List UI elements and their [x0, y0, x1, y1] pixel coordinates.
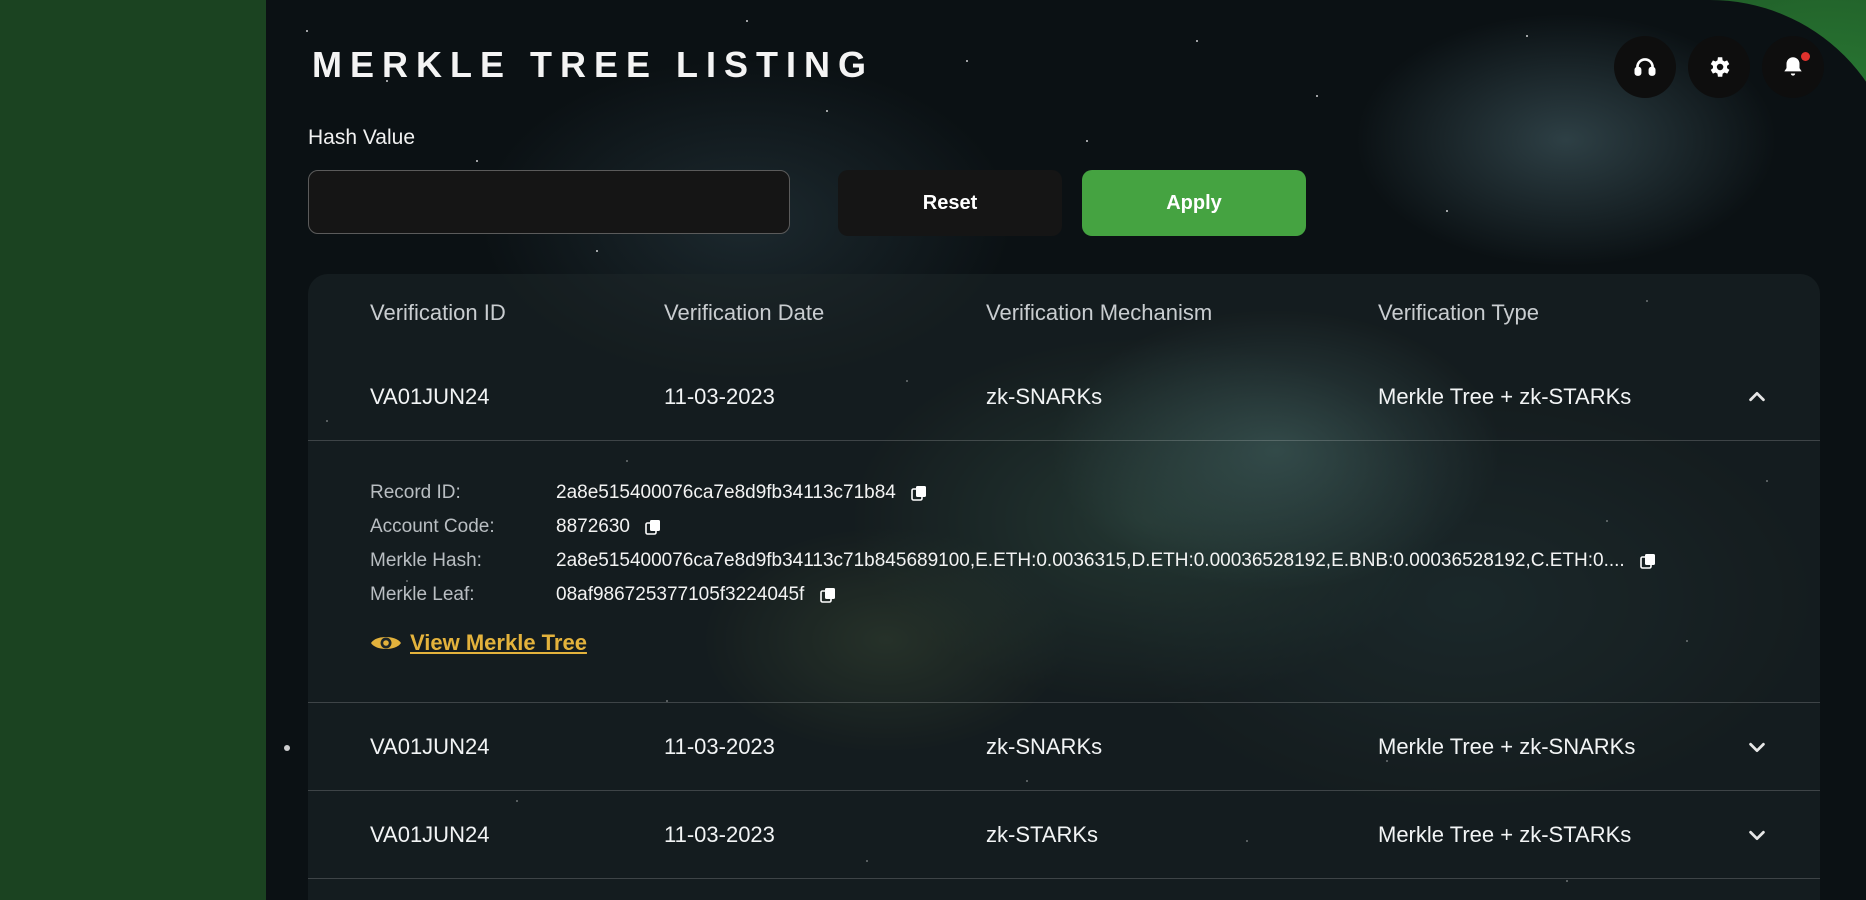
- copy-icon[interactable]: [1640, 553, 1656, 569]
- verification-type: Merkle Tree + zk-STARKs: [1378, 384, 1632, 409]
- gear-icon: [1710, 57, 1730, 77]
- merkle-hash-value: 2a8e515400076ca7e8d9fb34113c71b845689100…: [556, 550, 1625, 571]
- copy-icon[interactable]: [911, 485, 927, 501]
- verification-mechanism: zk-SNARKs: [986, 384, 1103, 409]
- left-sidebar-background: [0, 0, 266, 900]
- notifications-button[interactable]: [1762, 36, 1824, 98]
- verification-id: VA01JUN24: [370, 734, 490, 759]
- chevron-down-icon[interactable]: [1746, 824, 1768, 846]
- copy-icon[interactable]: [819, 587, 836, 603]
- eye-icon: [371, 637, 401, 649]
- account-code-label: Account Code:: [370, 516, 495, 537]
- table-row[interactable]: VA01JUN24 11-03-2023 zk-STARKs Merkle Tr…: [308, 792, 1820, 878]
- verification-id: VA01JUN24: [370, 384, 490, 409]
- verification-date: 11-03-2023: [664, 384, 775, 409]
- merkle-leaf-label: Merkle Leaf:: [370, 584, 475, 605]
- page-title: MERKLE TREE LISTING: [312, 44, 875, 85]
- row-divider: [308, 702, 1820, 703]
- copy-icon[interactable]: [645, 519, 661, 535]
- column-header-verification-id: Verification ID: [370, 300, 506, 325]
- verification-id: VA01JUN24: [370, 822, 490, 847]
- reset-button[interactable]: Reset: [838, 170, 1062, 236]
- hash-value-label: Hash Value: [308, 126, 416, 149]
- record-id-label: Record ID:: [370, 482, 461, 503]
- view-merkle-tree-label: View Merkle Tree: [410, 630, 587, 655]
- verification-table: Verification ID Verification Date Verifi…: [308, 274, 1820, 900]
- view-merkle-tree-link[interactable]: View Merkle Tree: [370, 630, 587, 656]
- settings-button[interactable]: [1688, 36, 1750, 98]
- verification-mechanism: zk-STARKs: [986, 822, 1099, 847]
- headset-icon: [1634, 58, 1656, 76]
- chevron-down-icon[interactable]: [1746, 736, 1768, 758]
- merkle-leaf-value: 08af986725377105f3224045f: [556, 584, 805, 605]
- verification-mechanism: zk-SNARKs: [986, 734, 1103, 759]
- row-divider: [308, 790, 1820, 791]
- row-divider: [308, 878, 1820, 879]
- notification-badge: [1801, 52, 1810, 61]
- chevron-up-icon[interactable]: [1746, 386, 1768, 408]
- table-row[interactable]: VA01JUN24 11-03-2023 zk-SNARKs Merkle Tr…: [308, 704, 1820, 790]
- record-id-value: 2a8e515400076ca7e8d9fb34113c71b84: [556, 482, 896, 503]
- verification-type: Merkle Tree + zk-SNARKs: [1378, 734, 1636, 759]
- account-code-value: 8872630: [556, 516, 630, 537]
- apply-button[interactable]: Apply: [1082, 170, 1306, 236]
- verification-type: Merkle Tree + zk-STARKs: [1378, 822, 1632, 847]
- verification-date: 11-03-2023: [664, 822, 775, 847]
- column-header-verification-type: Verification Type: [1378, 300, 1540, 325]
- column-header-verification-date: Verification Date: [664, 300, 825, 325]
- expanded-row-details: Record ID: 2a8e515400076ca7e8d9fb34113c7…: [308, 440, 1820, 702]
- verification-date: 11-03-2023: [664, 734, 775, 759]
- merkle-hash-label: Merkle Hash:: [370, 550, 482, 571]
- hash-value-input[interactable]: [308, 170, 790, 234]
- support-button[interactable]: [1614, 36, 1676, 98]
- table-row[interactable]: VA01JUN24 11-03-2023 zk-SNARKs Merkle Tr…: [308, 354, 1820, 440]
- column-header-verification-mechanism: Verification Mechanism: [986, 300, 1213, 325]
- top-actions: [1614, 36, 1824, 98]
